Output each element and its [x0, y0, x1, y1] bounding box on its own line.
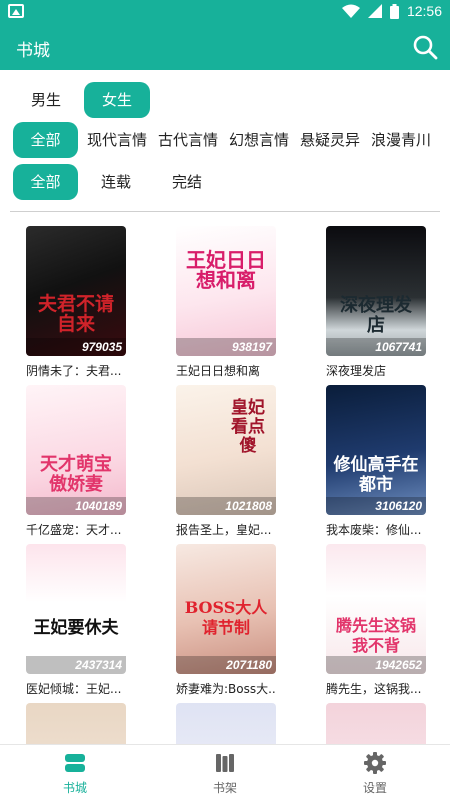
book-cover[interactable]: 王妃日日想和离 938197 [176, 226, 276, 356]
book-cover[interactable] [326, 703, 426, 744]
tab-settings[interactable]: 设置 [300, 745, 450, 800]
divider [10, 211, 440, 212]
book-cover[interactable]: 皇妃看点傻 1021808 [176, 385, 276, 515]
app-bar: 书城 [0, 24, 450, 70]
book-cover[interactable]: 深夜理发店 1067741 [326, 226, 426, 356]
book-card[interactable]: BOSS大人请节制 2071180 娇妻难为:Boss大... [176, 544, 276, 697]
status-completed[interactable]: 完结 [154, 164, 220, 200]
wifi-icon [341, 4, 360, 18]
tab-female[interactable]: 女生 [84, 82, 150, 118]
book-title: 王妃日日想和离 [176, 364, 261, 378]
book-cover[interactable]: 腾先生这锅我不背 1942652 [326, 544, 426, 674]
book-card[interactable] [326, 703, 426, 744]
book-title: 阴情未了：夫君... [26, 364, 122, 378]
gender-tabs: 男生 女生 [0, 82, 450, 118]
bookshelf-icon [216, 754, 234, 772]
book-card[interactable] [176, 703, 276, 744]
book-grid: 夫君不请自来 979035 阴情未了：夫君... 王妃日日想和离 938197 … [0, 226, 450, 744]
read-count: 1067741 [326, 338, 426, 356]
bottom-navigation: 书城 书架 设置 [0, 744, 450, 800]
book-title: 医妃倾城：王妃... [26, 682, 122, 696]
book-card[interactable]: 夫君不请自来 979035 阴情未了：夫君... [26, 226, 126, 379]
cover-text: 天才萌宝傲娇妻 [40, 454, 112, 495]
book-title: 报告圣上，皇妃... [176, 523, 272, 537]
book-title: 深夜理发店 [326, 364, 387, 378]
category-modern-romance[interactable]: 现代言情 [82, 122, 152, 158]
cover-text: 修仙高手在都市 [333, 455, 419, 495]
read-count: 1942652 [326, 656, 426, 674]
book-title: 腾先生，这锅我... [326, 682, 422, 696]
clock: 12:56 [406, 3, 442, 19]
book-title: 我本废柴：修仙... [326, 523, 422, 537]
status-bar: 12:56 [0, 0, 450, 24]
book-cover[interactable]: 修仙高手在都市 3106120 [326, 385, 426, 515]
book-title: 娇妻难为:Boss大... [176, 682, 276, 696]
cover-text: 腾先生这锅我不背 [335, 616, 416, 655]
page-title: 书城 [16, 41, 50, 61]
book-card[interactable]: 深夜理发店 1067741 深夜理发店 [326, 226, 426, 379]
book-cover[interactable] [176, 703, 276, 744]
category-romantic-youth[interactable]: 浪漫青川 [366, 122, 436, 158]
book-cover[interactable] [26, 703, 126, 744]
read-count: 1021808 [176, 497, 276, 515]
cover-text: BOSS大人请节制 [184, 598, 268, 637]
read-count: 2071180 [176, 656, 276, 674]
status-all[interactable]: 全部 [13, 164, 78, 200]
read-count: 2437314 [26, 656, 126, 674]
status-filters: 全部 连载 完结 [0, 164, 450, 200]
category-ancient-romance[interactable]: 古代言情 [153, 122, 223, 158]
book-cover[interactable]: 天才萌宝傲娇妻 1040189 [26, 385, 126, 515]
read-count: 3106120 [326, 497, 426, 515]
search-icon[interactable] [412, 34, 438, 60]
tab-label: 设置 [362, 781, 387, 795]
status-ongoing[interactable]: 连载 [84, 164, 148, 200]
cover-text: 夫君不请自来 [37, 293, 114, 335]
gear-icon [364, 752, 386, 774]
cover-text: 王妃要休夫 [33, 618, 119, 638]
category-suspense[interactable]: 悬疑灵异 [295, 122, 365, 158]
cover-text: 深夜理发店 [340, 295, 412, 336]
bookstore-icon [65, 754, 85, 772]
tab-bookshelf[interactable]: 书架 [150, 745, 300, 800]
read-count: 1040189 [26, 497, 126, 515]
tab-bookstore[interactable]: 书城 [0, 745, 150, 800]
book-cover[interactable]: BOSS大人请节制 2071180 [176, 544, 276, 674]
category-filters: 全部 现代言情 古代言情 幻想言情 悬疑灵异 浪漫青川 [0, 122, 450, 158]
book-cover[interactable]: 王妃要休夫 2437314 [26, 544, 126, 674]
cover-text: 皇妃看点傻 [231, 398, 265, 456]
read-count: 979035 [26, 338, 126, 356]
image-icon [8, 4, 24, 18]
book-card[interactable]: 王妃日日想和离 938197 王妃日日想和离 [176, 226, 276, 379]
book-card[interactable] [26, 703, 126, 744]
book-card[interactable]: 腾先生这锅我不背 1942652 腾先生，这锅我... [326, 544, 426, 697]
book-card[interactable]: 修仙高手在都市 3106120 我本废柴：修仙... [326, 385, 426, 538]
cover-text: 王妃日日想和离 [186, 248, 266, 292]
tab-label: 书城 [62, 781, 87, 795]
book-title: 千亿盛宠：天才... [26, 523, 122, 537]
tab-male[interactable]: 男生 [14, 82, 78, 118]
book-card[interactable]: 皇妃看点傻 1021808 报告圣上，皇妃... [176, 385, 276, 538]
battery-icon [389, 3, 399, 19]
read-count: 938197 [176, 338, 276, 356]
category-fantasy-romance[interactable]: 幻想言情 [224, 122, 294, 158]
category-all[interactable]: 全部 [13, 122, 78, 158]
book-card[interactable]: 王妃要休夫 2437314 医妃倾城：王妃... [26, 544, 126, 697]
signal-icon [367, 4, 382, 18]
book-cover[interactable]: 夫君不请自来 979035 [26, 226, 126, 356]
tab-label: 书架 [212, 781, 237, 795]
book-card[interactable]: 天才萌宝傲娇妻 1040189 千亿盛宠：天才... [26, 385, 126, 538]
